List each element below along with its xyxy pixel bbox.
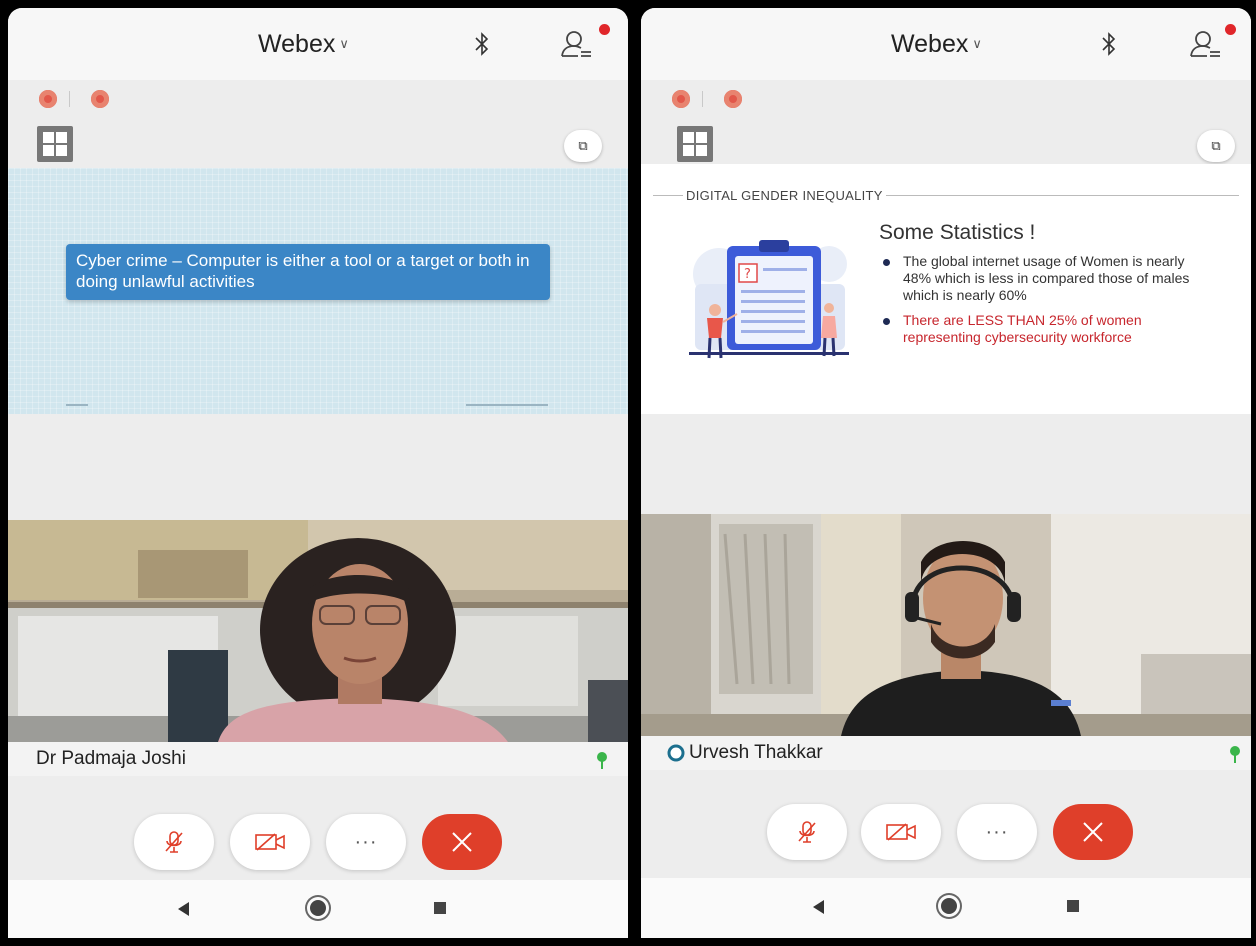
slide-title: Some Statistics ! [879,221,1036,244]
slide-bullet: There are LESS THAN 25% of women represe… [883,312,1213,346]
back-nav-button[interactable] [178,902,189,916]
shared-slide: DIGITAL GENDER INEQUALITY ? Some Statist… [641,164,1251,414]
participant-name: Urvesh Thakkar [689,742,823,763]
app-title-menu[interactable]: Webex ∨ [258,30,349,59]
bluetooth-icon[interactable] [474,30,490,58]
video-off-icon [886,823,916,841]
record-icon [724,90,742,108]
grid-layout-icon[interactable] [677,126,713,162]
participant-name-bar: Urvesh Thakkar [641,736,1251,770]
mute-icon [165,831,183,853]
video-off-icon [255,833,285,851]
video-frame [641,514,1251,736]
more-options-button[interactable]: ··· [326,814,406,870]
divider [702,91,703,107]
notification-dot [599,24,610,35]
app-title: Webex [891,30,969,58]
recents-nav-button[interactable] [1067,900,1079,912]
chevron-down-icon: ∨ [972,36,982,51]
participant-video [8,520,628,742]
slide-header: DIGITAL GENDER INEQUALITY [683,188,886,203]
phone-screen-right: Webex ∨ ⧉ DIGITAL GENDER INEQUALITY ? So… [641,8,1251,938]
participants-icon[interactable] [1189,28,1223,60]
end-call-button[interactable] [1053,804,1133,860]
participant-name: Dr Padmaja Joshi [36,748,186,769]
more-options-button[interactable]: ··· [957,804,1037,860]
end-call-icon [1083,822,1103,842]
record-icon [39,90,57,108]
record-icon [672,90,690,108]
record-icon [91,90,109,108]
slide-footer-line [66,404,88,406]
mute-button[interactable] [767,804,847,860]
slide-bullet-list: The global internet usage of Women is ne… [883,253,1213,354]
top-bar: Webex ∨ [8,8,628,80]
slide-footer-line [466,404,548,406]
recents-nav-button[interactable] [434,902,446,914]
grid-layout-icon[interactable] [37,126,73,162]
svg-text:?: ? [744,267,751,282]
mute-button[interactable] [134,814,214,870]
phone-screen-left: Webex ∨ ⧉ Cyber crime – Computer is eithe… [8,8,628,938]
app-title: Webex [258,30,336,58]
home-nav-button[interactable] [310,900,326,916]
closed-caption-icon[interactable]: ⧉ [1197,130,1235,162]
mute-icon [798,821,816,843]
android-nav-bar [641,878,1251,938]
notification-dot [1225,24,1236,35]
more-icon: ··· [354,830,378,853]
clipboard-illustration: ? [689,240,849,359]
signal-icon [597,752,607,769]
divider [69,91,70,107]
participant-video [641,514,1251,736]
more-icon: ··· [985,820,1009,843]
end-call-icon [452,832,472,852]
shared-slide: Cyber crime – Computer is either a tool … [8,168,628,414]
home-nav-button[interactable] [941,898,957,914]
top-bar: Webex ∨ [641,8,1251,80]
app-title-menu[interactable]: Webex ∨ [891,30,982,59]
video-toggle-button[interactable] [861,804,941,860]
signal-icon [1230,746,1240,763]
android-nav-bar [8,880,628,938]
video-toggle-button[interactable] [230,814,310,870]
end-call-button[interactable] [422,814,502,870]
active-speaker-icon [667,744,685,762]
chevron-down-icon: ∨ [339,36,349,51]
closed-caption-icon[interactable]: ⧉ [564,130,602,162]
slide-text-box: Cyber crime – Computer is either a tool … [66,244,550,300]
slide-bullet: The global internet usage of Women is ne… [883,253,1213,304]
video-frame [8,520,628,742]
participants-icon[interactable] [560,28,594,60]
bluetooth-icon[interactable] [1101,30,1117,58]
back-nav-button[interactable] [813,900,824,914]
participant-name-bar: Dr Padmaja Joshi [8,742,628,776]
